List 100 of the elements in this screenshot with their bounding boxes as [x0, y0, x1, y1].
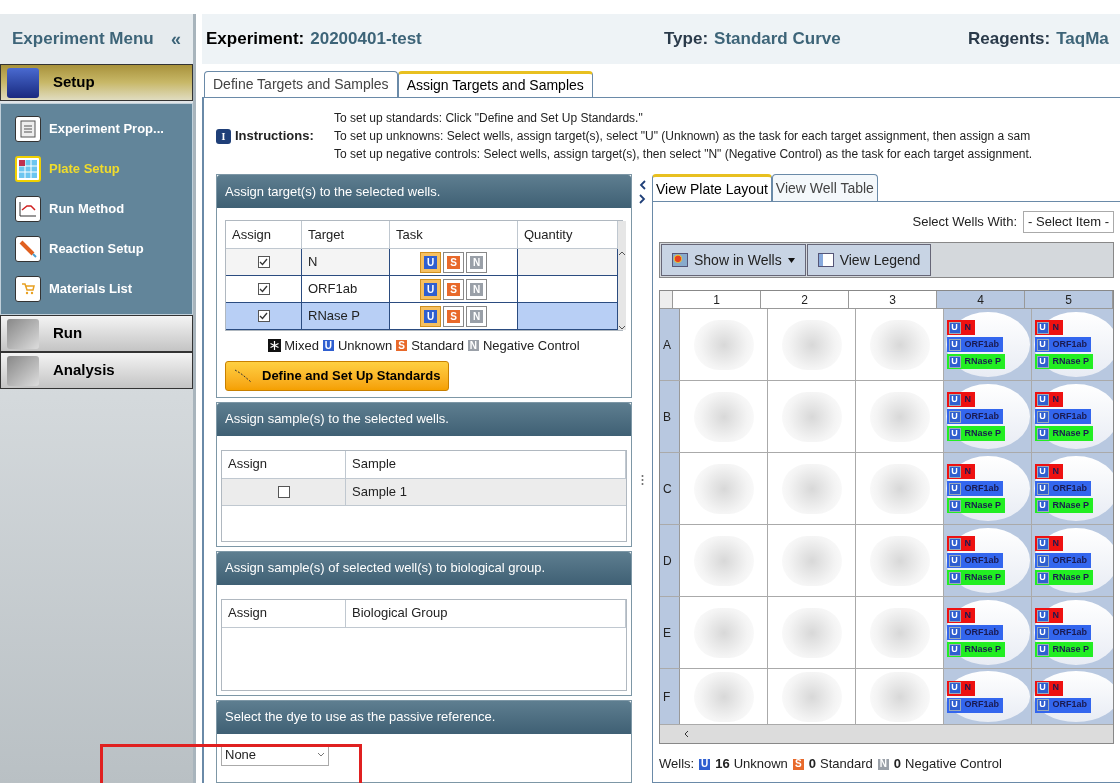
row-header[interactable]: D: [660, 525, 680, 596]
menu-item[interactable]: Experiment Prop...: [15, 116, 178, 142]
column-header: Assign: [226, 221, 302, 248]
well[interactable]: U N U ORF1ab U RNase P: [1033, 599, 1113, 666]
task-toggle[interactable]: U: [420, 251, 441, 273]
chevron-left-icon: [638, 180, 646, 190]
well[interactable]: U N U ORF1ab: [945, 671, 1030, 722]
collapse-button[interactable]: «: [171, 25, 181, 53]
menu-item[interactable]: Materials List: [15, 276, 178, 302]
target-row[interactable]: RNase P U S N: [226, 303, 618, 330]
checkbox[interactable]: [257, 310, 270, 322]
task-badge: S: [395, 339, 409, 353]
show-in-wells-dropdown[interactable]: Show in Wells: [661, 244, 806, 276]
checkbox[interactable]: [257, 283, 270, 295]
well[interactable]: U N U ORF1ab: [1033, 671, 1113, 722]
section-header[interactable]: Run: [0, 315, 193, 352]
well[interactable]: U N U ORF1ab U RNase P: [945, 455, 1030, 522]
panel-header: Select the dye to use as the passive reference.: [217, 700, 631, 734]
row-header[interactable]: C: [660, 453, 680, 524]
target-label: U RNase P: [1034, 570, 1094, 585]
scrollbar[interactable]: [618, 221, 626, 330]
legend-label: Mixed: [284, 337, 319, 355]
grid-icon: [15, 156, 41, 182]
target-label: U ORF1ab: [946, 553, 1003, 568]
chevron-down-icon: [317, 752, 325, 757]
column-header: Task: [390, 221, 518, 248]
target-label: U ORF1ab: [946, 409, 1003, 424]
checkbox[interactable]: [277, 485, 290, 498]
target-label: U RNase P: [1034, 642, 1094, 657]
target-label: U N: [1034, 608, 1063, 623]
column-header[interactable]: 5: [1025, 291, 1113, 308]
task-toggle[interactable]: U: [420, 305, 441, 327]
count-label: Negative Control: [905, 755, 1002, 774]
field-value: 20200401-test: [310, 28, 422, 51]
legend-label: Negative Control: [482, 337, 580, 355]
target-label: U N: [946, 464, 975, 479]
instruction-line: To set up negative controls: Select wells, assign target(s), then select "N" (Negative Control) as the task for each target assignment.: [334, 146, 1033, 163]
target-label: U ORF1ab: [946, 697, 1003, 713]
column-header: Biological Group: [346, 599, 626, 627]
section-icon: [7, 67, 39, 98]
panel-header: Assign sample(s) to the selected wells.: [217, 402, 631, 436]
scroll-up-icon: [618, 251, 626, 256]
notepad-icon: [15, 116, 41, 142]
task-badge: S: [791, 757, 805, 771]
checkbox[interactable]: [257, 256, 270, 268]
target-label: U N: [1034, 320, 1063, 335]
well[interactable]: U N U ORF1ab U RNase P: [945, 311, 1030, 378]
well[interactable]: U N U ORF1ab U RNase P: [945, 599, 1030, 666]
view-legend-button[interactable]: View Legend: [806, 244, 932, 276]
pipette-icon: [15, 236, 41, 262]
well-count: 0: [808, 755, 817, 774]
target-row[interactable]: ORF1ab U S N: [226, 276, 618, 303]
target-row[interactable]: N U S N: [226, 249, 618, 276]
target-label: U N: [946, 536, 975, 551]
well[interactable]: U N U ORF1ab U RNase P: [945, 383, 1030, 450]
task-toggle[interactable]: U: [420, 278, 441, 300]
main-tab[interactable]: Assign Targets and Samples: [397, 71, 593, 97]
dilution-icon: [234, 368, 252, 383]
row-header[interactable]: F: [660, 669, 680, 724]
well[interactable]: U N U ORF1ab U RNase P: [1033, 455, 1113, 522]
target-label: U N: [1034, 536, 1063, 551]
target-label: U ORF1ab: [946, 337, 1003, 352]
row-header[interactable]: A: [660, 309, 680, 380]
well[interactable]: U N U ORF1ab U RNase P: [1033, 311, 1113, 378]
row-header[interactable]: E: [660, 597, 680, 668]
count-label: Unknown: [733, 755, 788, 774]
field-value: Standard Curve: [714, 28, 841, 51]
target-label: U N: [1034, 680, 1063, 696]
well[interactable]: U N U ORF1ab U RNase P: [1033, 383, 1113, 450]
task-badge: N: [876, 757, 890, 771]
main-tab[interactable]: Define Targets and Samples: [204, 71, 398, 97]
target-label: U ORF1ab: [946, 481, 1003, 496]
define-standards-button[interactable]: Define and Set Up Standards: [225, 360, 450, 391]
column-header: Target: [302, 221, 390, 248]
plate-tab[interactable]: View Well Table: [771, 174, 878, 201]
well[interactable]: U N U ORF1ab U RNase P: [945, 527, 1030, 594]
column-header: Assign: [222, 450, 346, 478]
count-label: Standard: [820, 755, 873, 774]
table-cell-text: Sample 1: [351, 482, 408, 501]
menu-item[interactable]: Run Method: [15, 196, 178, 222]
chevron-right-icon: [638, 194, 646, 204]
plate-tab[interactable]: View Plate Layout: [652, 174, 772, 201]
legend-label: Standard: [411, 337, 464, 355]
horizontal-scrollbar[interactable]: [660, 725, 1113, 743]
section-header[interactable]: Analysis: [0, 352, 193, 389]
column-header[interactable]: 4: [937, 291, 1025, 308]
grid-legend-icon: [817, 253, 834, 267]
target-label: U N: [946, 392, 975, 407]
well[interactable]: U N U ORF1ab U RNase P: [1033, 527, 1113, 594]
menu-item[interactable]: Reaction Setup: [15, 236, 178, 262]
section-header[interactable]: Setup: [0, 64, 193, 101]
target-label: U ORF1ab: [1034, 625, 1091, 640]
well-count: 16: [715, 755, 730, 774]
select-wells-dropdown[interactable]: - Select Item -: [1023, 211, 1114, 233]
target-label: U N: [946, 608, 975, 623]
row-header[interactable]: B: [660, 381, 680, 452]
splitter-grip-icon: [640, 474, 644, 486]
panel-header: Assign target(s) to the selected wells.: [217, 175, 631, 208]
scroll-down-icon: [618, 325, 626, 330]
sample-row[interactable]: Sample 1: [222, 478, 626, 506]
